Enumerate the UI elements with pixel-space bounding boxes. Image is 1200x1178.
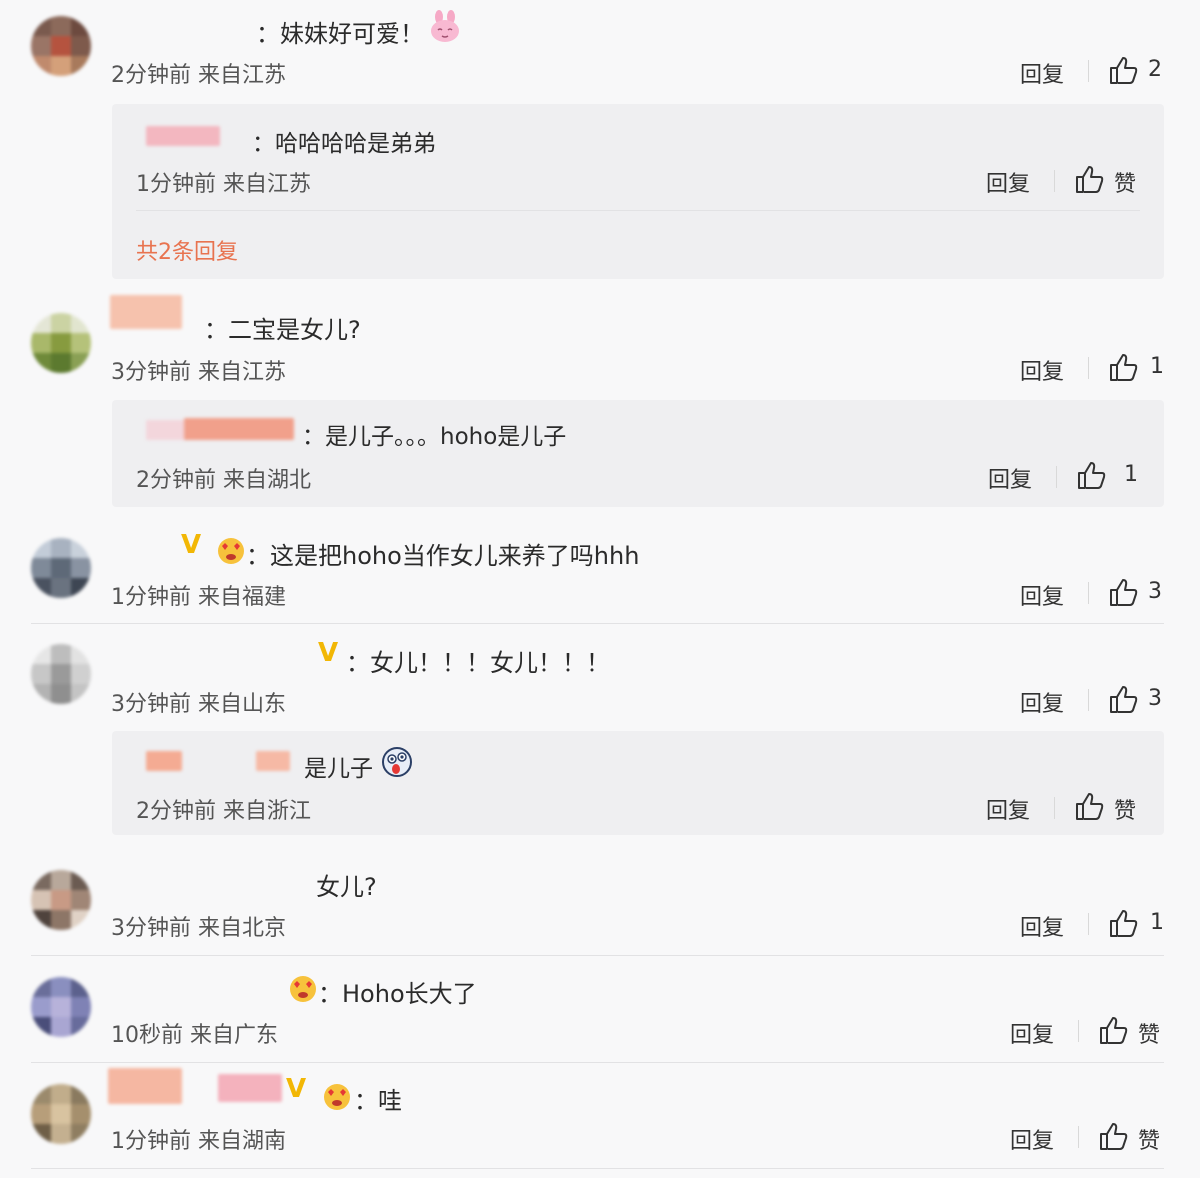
divider <box>31 1168 1164 1169</box>
comment-meta: 2分钟前 来自江苏 <box>111 63 286 88</box>
like-button-label[interactable]: 赞 <box>1138 1123 1160 1155</box>
divider <box>1088 689 1089 711</box>
like-button-label[interactable]: 赞 <box>1114 793 1136 825</box>
reply-button[interactable]: 回复 <box>988 462 1032 494</box>
avatar[interactable] <box>31 313 91 373</box>
verified-v-icon: V <box>286 1074 307 1104</box>
redacted-username <box>110 295 182 329</box>
sub-comment-text: 是儿子 <box>304 756 373 782</box>
divider <box>1078 1020 1079 1042</box>
like-count[interactable]: 1 <box>1150 910 1164 935</box>
redacted-username <box>146 420 186 440</box>
thumb-up-icon[interactable] <box>1108 352 1140 382</box>
divider <box>1056 466 1057 488</box>
sub-comment-box: ：哈哈哈哈是弟弟 1分钟前 来自江苏 回复 赞 共2条回复 <box>112 104 1164 279</box>
reply-button[interactable]: 回复 <box>986 793 1030 825</box>
funny-face-emoji-icon <box>382 747 412 777</box>
redacted-username <box>218 1074 282 1102</box>
comment-text: ：这是把hoho当作女儿来养了吗hhh <box>246 542 640 570</box>
love-face-emoji-icon <box>218 538 244 564</box>
comment-text: ：妹妹好可爱！ <box>256 20 424 48</box>
like-count[interactable]: 1 <box>1150 354 1164 379</box>
divider <box>136 210 1140 211</box>
reply-button[interactable]: 回复 <box>1020 354 1064 386</box>
comment-meta: 10秒前 来自广东 <box>111 1023 278 1048</box>
thumb-up-icon[interactable] <box>1098 1121 1130 1151</box>
divider <box>31 955 1164 956</box>
divider <box>1054 797 1055 819</box>
comment-meta: 1分钟前 来自湖南 <box>111 1129 286 1154</box>
sub-comment-box: ：是儿子。。。hoho是儿子 2分钟前 来自湖北 回复 1 <box>112 400 1164 507</box>
sub-comment-text: ：是儿子。。。hoho是儿子 <box>302 424 567 450</box>
redacted-username <box>108 1068 182 1104</box>
like-count[interactable]: 3 <box>1148 579 1162 604</box>
avatar[interactable] <box>31 644 91 704</box>
comment-meta: 1分钟前 来自福建 <box>111 585 286 610</box>
like-button-label[interactable]: 赞 <box>1114 166 1136 198</box>
avatar[interactable] <box>31 977 91 1037</box>
divider <box>1054 170 1055 192</box>
redacted-username <box>146 751 182 771</box>
thumb-up-icon[interactable] <box>1108 55 1140 85</box>
comment-text: 女儿? <box>316 873 377 901</box>
redacted-username <box>184 418 294 440</box>
thumb-up-icon[interactable] <box>1108 908 1140 938</box>
sub-comment-text: ：哈哈哈哈是弟弟 <box>252 131 436 157</box>
comment-meta: 3分钟前 来自山东 <box>111 692 286 717</box>
verified-v-icon: V <box>181 530 202 560</box>
reply-button[interactable]: 回复 <box>1020 910 1064 942</box>
avatar[interactable] <box>31 538 91 598</box>
comment-text: ：哇 <box>354 1087 402 1115</box>
thumb-up-icon[interactable] <box>1108 684 1140 714</box>
reply-button[interactable]: 回复 <box>1010 1017 1054 1049</box>
comment-text: ：女儿！！！女儿！！！ <box>346 649 610 677</box>
verified-v-icon: V <box>318 638 339 668</box>
thumb-up-icon[interactable] <box>1074 791 1106 821</box>
divider <box>1088 913 1089 935</box>
like-count[interactable]: 1 <box>1124 462 1138 487</box>
love-face-emoji-icon <box>324 1084 350 1110</box>
redacted-username <box>146 126 220 146</box>
avatar[interactable] <box>31 1084 91 1144</box>
reply-button[interactable]: 回复 <box>1020 686 1064 718</box>
reply-button[interactable]: 回复 <box>1010 1123 1054 1155</box>
view-all-replies-link[interactable]: 共2条回复 <box>136 234 238 266</box>
like-button-label[interactable]: 赞 <box>1138 1017 1160 1049</box>
like-count[interactable]: 2 <box>1148 57 1162 82</box>
comment-meta: 3分钟前 来自北京 <box>111 916 286 941</box>
bunny-emoji-icon <box>431 10 459 42</box>
reply-button[interactable]: 回复 <box>1020 57 1064 89</box>
avatar[interactable] <box>31 870 91 930</box>
sub-comment-meta: 2分钟前 来自浙江 <box>136 799 311 824</box>
sub-comment-meta: 2分钟前 来自湖北 <box>136 468 311 493</box>
divider <box>1078 1126 1079 1148</box>
comment-meta: 3分钟前 来自江苏 <box>111 360 286 385</box>
love-face-emoji-icon <box>290 976 316 1002</box>
sub-comment-box: 是儿子 2分钟前 来自浙江 回复 赞 <box>112 731 1164 835</box>
divider <box>1088 60 1089 82</box>
reply-button[interactable]: 回复 <box>986 166 1030 198</box>
reply-button[interactable]: 回复 <box>1020 579 1064 611</box>
redacted-username <box>256 751 290 771</box>
divider <box>31 1062 1164 1063</box>
like-count[interactable]: 3 <box>1148 686 1162 711</box>
thumb-up-icon[interactable] <box>1108 577 1140 607</box>
divider <box>1088 357 1089 379</box>
divider <box>1088 582 1089 604</box>
comment-text: ：Hoho长大了 <box>318 980 477 1008</box>
thumb-up-icon[interactable] <box>1076 460 1108 490</box>
avatar[interactable] <box>31 16 91 76</box>
divider <box>31 623 1164 624</box>
thumb-up-icon[interactable] <box>1098 1015 1130 1045</box>
comment-text: ：二宝是女儿? <box>204 316 361 344</box>
sub-comment-meta: 1分钟前 来自江苏 <box>136 172 311 197</box>
thumb-up-icon[interactable] <box>1074 164 1106 194</box>
